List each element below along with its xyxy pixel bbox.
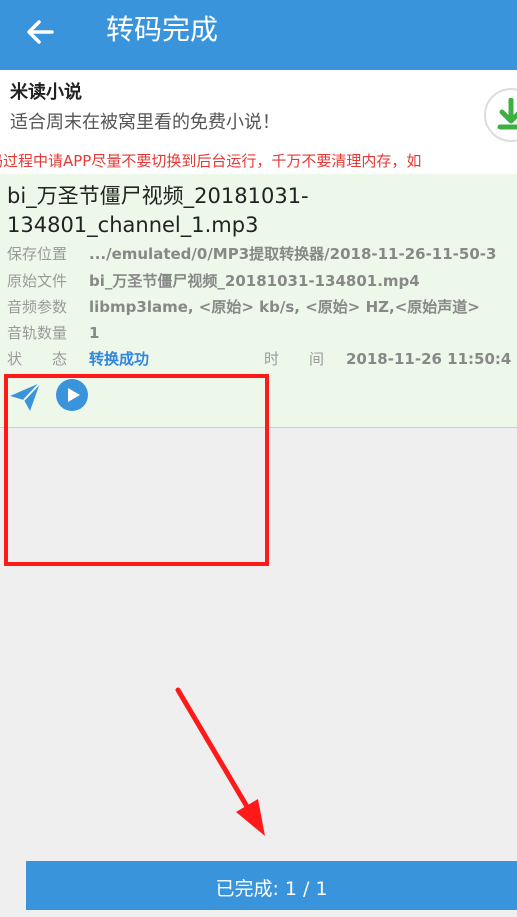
audio-params-label: 音频参数 bbox=[7, 298, 68, 316]
download-icon bbox=[497, 98, 517, 130]
ad-banner[interactable]: 米读小说 适合周末在被窝里看的免费小说！ bbox=[0, 70, 517, 148]
source-file-label: 原始文件 bbox=[7, 272, 68, 290]
audio-params-row: 音频参数 libmp3lame, <原始> kb/s, <原始> HZ,<原始声… bbox=[7, 295, 480, 319]
done-status-button[interactable]: 已完成: 1 / 1 bbox=[26, 861, 517, 910]
status-row: 状 态 转换成功 bbox=[7, 347, 149, 371]
track-count-value: 1 bbox=[89, 324, 100, 342]
warning-banner: 码过程中请APP尽量不要切换到后台运行，千万不要清理内存，如 bbox=[0, 148, 517, 174]
source-file-row: 原始文件 bi_万圣节僵尸视频_20181031-134801.mp4 bbox=[7, 269, 420, 293]
top-app-bar: 转码完成 bbox=[0, 0, 517, 70]
file-title: bi_万圣节僵尸视频_20181031-134801_channel_1.mp3 bbox=[7, 184, 309, 237]
back-arrow-icon[interactable] bbox=[22, 14, 58, 50]
save-location-label: 保存位置 bbox=[7, 245, 68, 263]
time-label: 时 间 bbox=[264, 350, 325, 368]
track-count-label: 音轨数量 bbox=[7, 324, 68, 342]
audio-params-value: libmp3lame, <原始> kb/s, <原始> HZ,<原始声道> bbox=[89, 298, 480, 316]
page-title: 转码完成 bbox=[106, 13, 219, 46]
status-label: 状 态 bbox=[7, 350, 68, 368]
ad-description: 适合周末在被窝里看的免费小说！ bbox=[10, 112, 280, 133]
status-value: 转换成功 bbox=[89, 350, 150, 368]
save-location-value: .../emulated/0/MP3提取转换器/2018-11-26-11-50… bbox=[89, 245, 497, 263]
time-value: 2018-11-26 11:50:4 bbox=[346, 350, 512, 368]
annotation-highlight-box bbox=[4, 374, 269, 566]
ad-app-name: 米读小说 bbox=[10, 82, 82, 103]
source-file-value: bi_万圣节僵尸视频_20181031-134801.mp4 bbox=[89, 272, 420, 290]
save-location-row: 保存位置 .../emulated/0/MP3提取转换器/2018-11-26-… bbox=[7, 242, 496, 266]
track-count-row: 音轨数量 1 bbox=[7, 321, 99, 345]
